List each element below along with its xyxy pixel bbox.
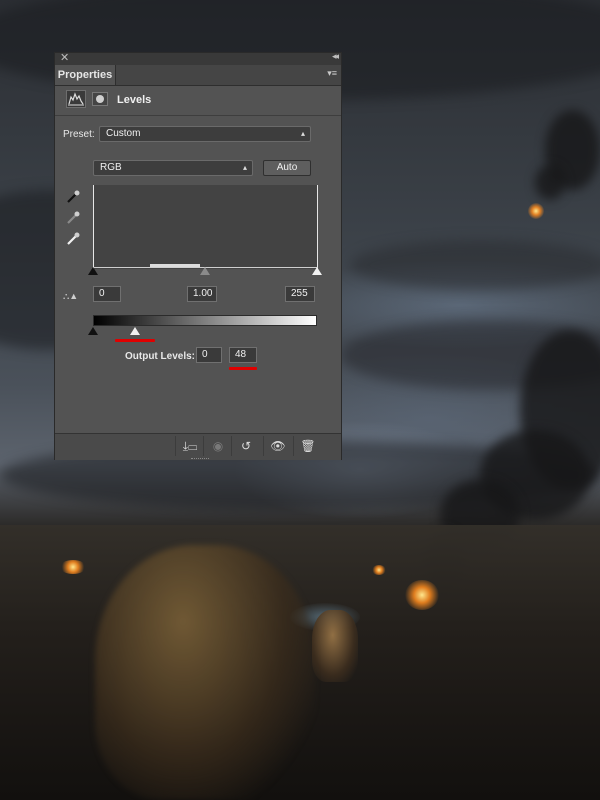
- visibility-eye-icon[interactable]: 👁: [263, 436, 292, 456]
- preset-value: Custom: [106, 128, 141, 139]
- output-black-slider[interactable]: [88, 327, 98, 335]
- adjustment-title: Levels: [117, 94, 152, 106]
- dropdown-arrows-icon: ▴: [300, 129, 305, 138]
- panel-titlebar: ✕ ◂◂: [55, 51, 341, 65]
- output-black-field[interactable]: 0: [196, 347, 222, 363]
- channel-value: RGB: [100, 162, 122, 173]
- panel-footer: ⤓▭ ◉ ↺ 👁 🗑: [55, 433, 341, 460]
- meteor-smoke: [535, 165, 565, 200]
- input-black-field[interactable]: 0: [93, 286, 121, 302]
- properties-panel: ✕ ◂◂ Properties ▾≡ Levels Preset: Custom…: [54, 51, 342, 460]
- histogram-black-edge: [93, 185, 94, 269]
- collapse-icon[interactable]: ◂◂: [332, 51, 339, 62]
- histogram-data: [150, 264, 200, 267]
- tab-row: Properties ▾≡: [55, 65, 341, 86]
- foreground-figure: [95, 545, 315, 800]
- clip-to-layer-icon[interactable]: ⤓▭: [175, 436, 204, 456]
- output-gradient-bar: [93, 315, 317, 326]
- input-gamma-field[interactable]: 1.00: [187, 286, 217, 302]
- distant-warrior: [312, 610, 358, 682]
- trash-icon[interactable]: 🗑: [293, 436, 322, 456]
- histogram: [93, 185, 318, 269]
- panel-menu-icon[interactable]: ▾≡: [327, 68, 337, 79]
- auto-button[interactable]: Auto: [263, 160, 311, 176]
- highlight-underline: [115, 339, 155, 342]
- levels-histogram-icon[interactable]: [66, 90, 86, 108]
- channel-dropdown[interactable]: RGB ▴: [93, 160, 253, 176]
- preset-label: Preset:: [63, 129, 95, 140]
- input-white-field[interactable]: 255: [285, 286, 315, 302]
- resize-grip[interactable]: [191, 458, 209, 461]
- view-previous-icon[interactable]: ◉: [203, 436, 232, 456]
- ground-fire: [60, 560, 86, 574]
- input-gamma-slider[interactable]: [200, 267, 210, 275]
- histogram-white-edge: [317, 185, 318, 269]
- input-white-slider[interactable]: [312, 267, 322, 275]
- output-white-slider[interactable]: [130, 327, 140, 335]
- dropdown-arrows-icon: ▴: [242, 163, 247, 172]
- highlight-underline: [229, 367, 257, 370]
- output-white-field[interactable]: 48: [229, 347, 257, 363]
- input-black-slider[interactable]: [88, 267, 98, 275]
- close-icon[interactable]: ✕: [60, 51, 69, 64]
- adjustment-header: Levels: [55, 86, 341, 116]
- ground-fire: [405, 580, 439, 610]
- meteor-fire: [528, 203, 544, 219]
- ground-fire: [372, 565, 386, 575]
- layer-mask-icon[interactable]: [92, 92, 108, 106]
- preset-dropdown[interactable]: Custom ▴: [99, 126, 311, 142]
- output-levels-label: Output Levels:: [125, 351, 196, 362]
- black-point-eyedropper-icon[interactable]: [65, 189, 81, 205]
- tab-properties[interactable]: Properties: [55, 65, 116, 85]
- reset-icon[interactable]: ↺: [231, 436, 260, 456]
- clipping-warning-icon[interactable]: ⛬▲: [63, 291, 83, 305]
- white-point-eyedropper-icon[interactable]: [65, 231, 81, 247]
- gray-point-eyedropper-icon[interactable]: [65, 210, 81, 226]
- cloud: [350, 240, 600, 290]
